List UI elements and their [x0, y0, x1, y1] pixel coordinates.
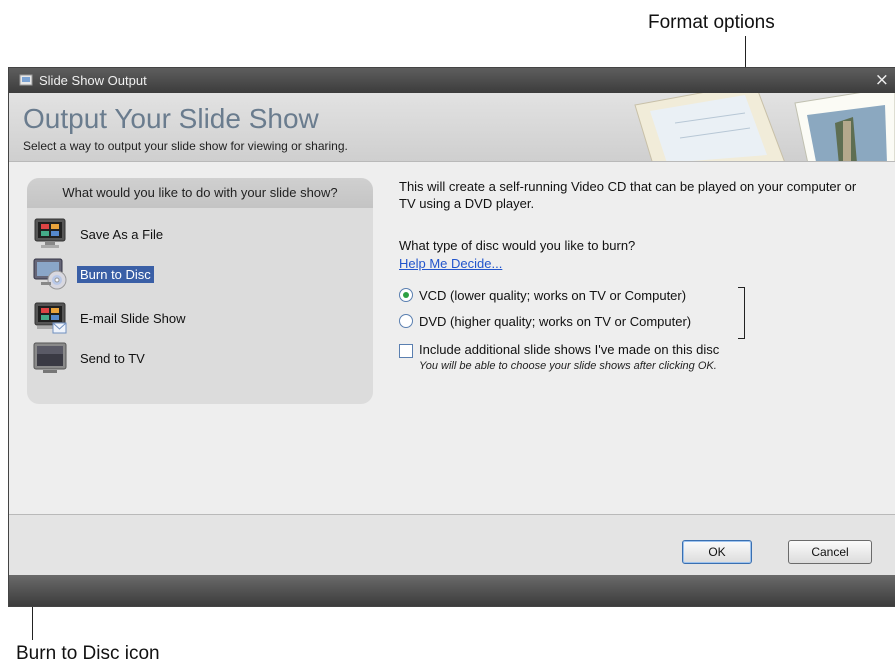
title-bar: Slide Show Output × [9, 68, 895, 93]
email-monitor-icon [34, 302, 67, 334]
option-description: This will create a self-running Video CD… [399, 179, 857, 211]
dialog-subheading: Select a way to output your slide show f… [23, 139, 348, 153]
radio-button-checked[interactable] [399, 288, 413, 302]
option-send-to-tv[interactable]: Send to TV [33, 342, 363, 376]
window-title: Slide Show Output [39, 73, 147, 88]
window-bottom-edge [9, 575, 895, 606]
radio-button[interactable] [399, 314, 413, 328]
checkbox-note: You will be able to choose your slide sh… [419, 360, 717, 372]
format-options-bracket [738, 287, 745, 339]
cancel-button[interactable]: Cancel [788, 540, 872, 564]
option-label: Burn to Disc [77, 266, 154, 283]
disc-type-question: What type of disc would you like to burn… [399, 238, 636, 253]
radio-label: DVD (higher quality; works on TV or Comp… [419, 314, 692, 329]
output-options-heading: What would you like to do with your slid… [27, 178, 373, 208]
option-save-as-file[interactable]: Save As a File [33, 218, 363, 252]
option-label: Save As a File [80, 227, 164, 242]
option-burn-to-disc[interactable]: Burn to Disc [33, 258, 363, 292]
ok-button[interactable]: OK [682, 540, 752, 564]
help-me-decide-link[interactable]: Help Me Decide... [399, 256, 502, 271]
dialog-heading: Output Your Slide Show [23, 103, 319, 134]
radio-label: VCD (lower quality; works on TV or Compu… [419, 288, 687, 303]
slide-show-output-dialog: Slide Show Output × Output Your Slide Sh… [8, 67, 895, 607]
disc-burn-icon [33, 258, 67, 290]
film-monitor-icon [34, 218, 66, 248]
output-options-panel: What would you like to do with your slid… [27, 178, 373, 404]
dialog-footer: OK Cancel [9, 515, 895, 575]
burn-to-disc-icon-callout: Burn to Disc icon [16, 643, 160, 664]
radio-vcd[interactable]: VCD (lower quality; works on TV or Compu… [399, 288, 686, 306]
close-icon[interactable]: × [875, 70, 889, 90]
dialog-content: What would you like to do with your slid… [9, 162, 895, 515]
radio-dvd[interactable]: DVD (higher quality; works on TV or Comp… [399, 314, 691, 332]
format-options-callout: Format options [648, 12, 775, 33]
option-label: Send to TV [80, 351, 145, 366]
dialog-header: Output Your Slide Show Select a way to o… [9, 93, 895, 162]
checkbox-label: Include additional slide shows I've made… [419, 342, 720, 357]
app-icon [19, 74, 33, 86]
option-label: E-mail Slide Show [80, 311, 186, 326]
tv-icon [33, 342, 67, 373]
header-photos-decoration [634, 93, 895, 161]
include-slide-shows-checkbox[interactable] [399, 344, 413, 358]
option-email-slide-show[interactable]: E-mail Slide Show [33, 302, 363, 336]
